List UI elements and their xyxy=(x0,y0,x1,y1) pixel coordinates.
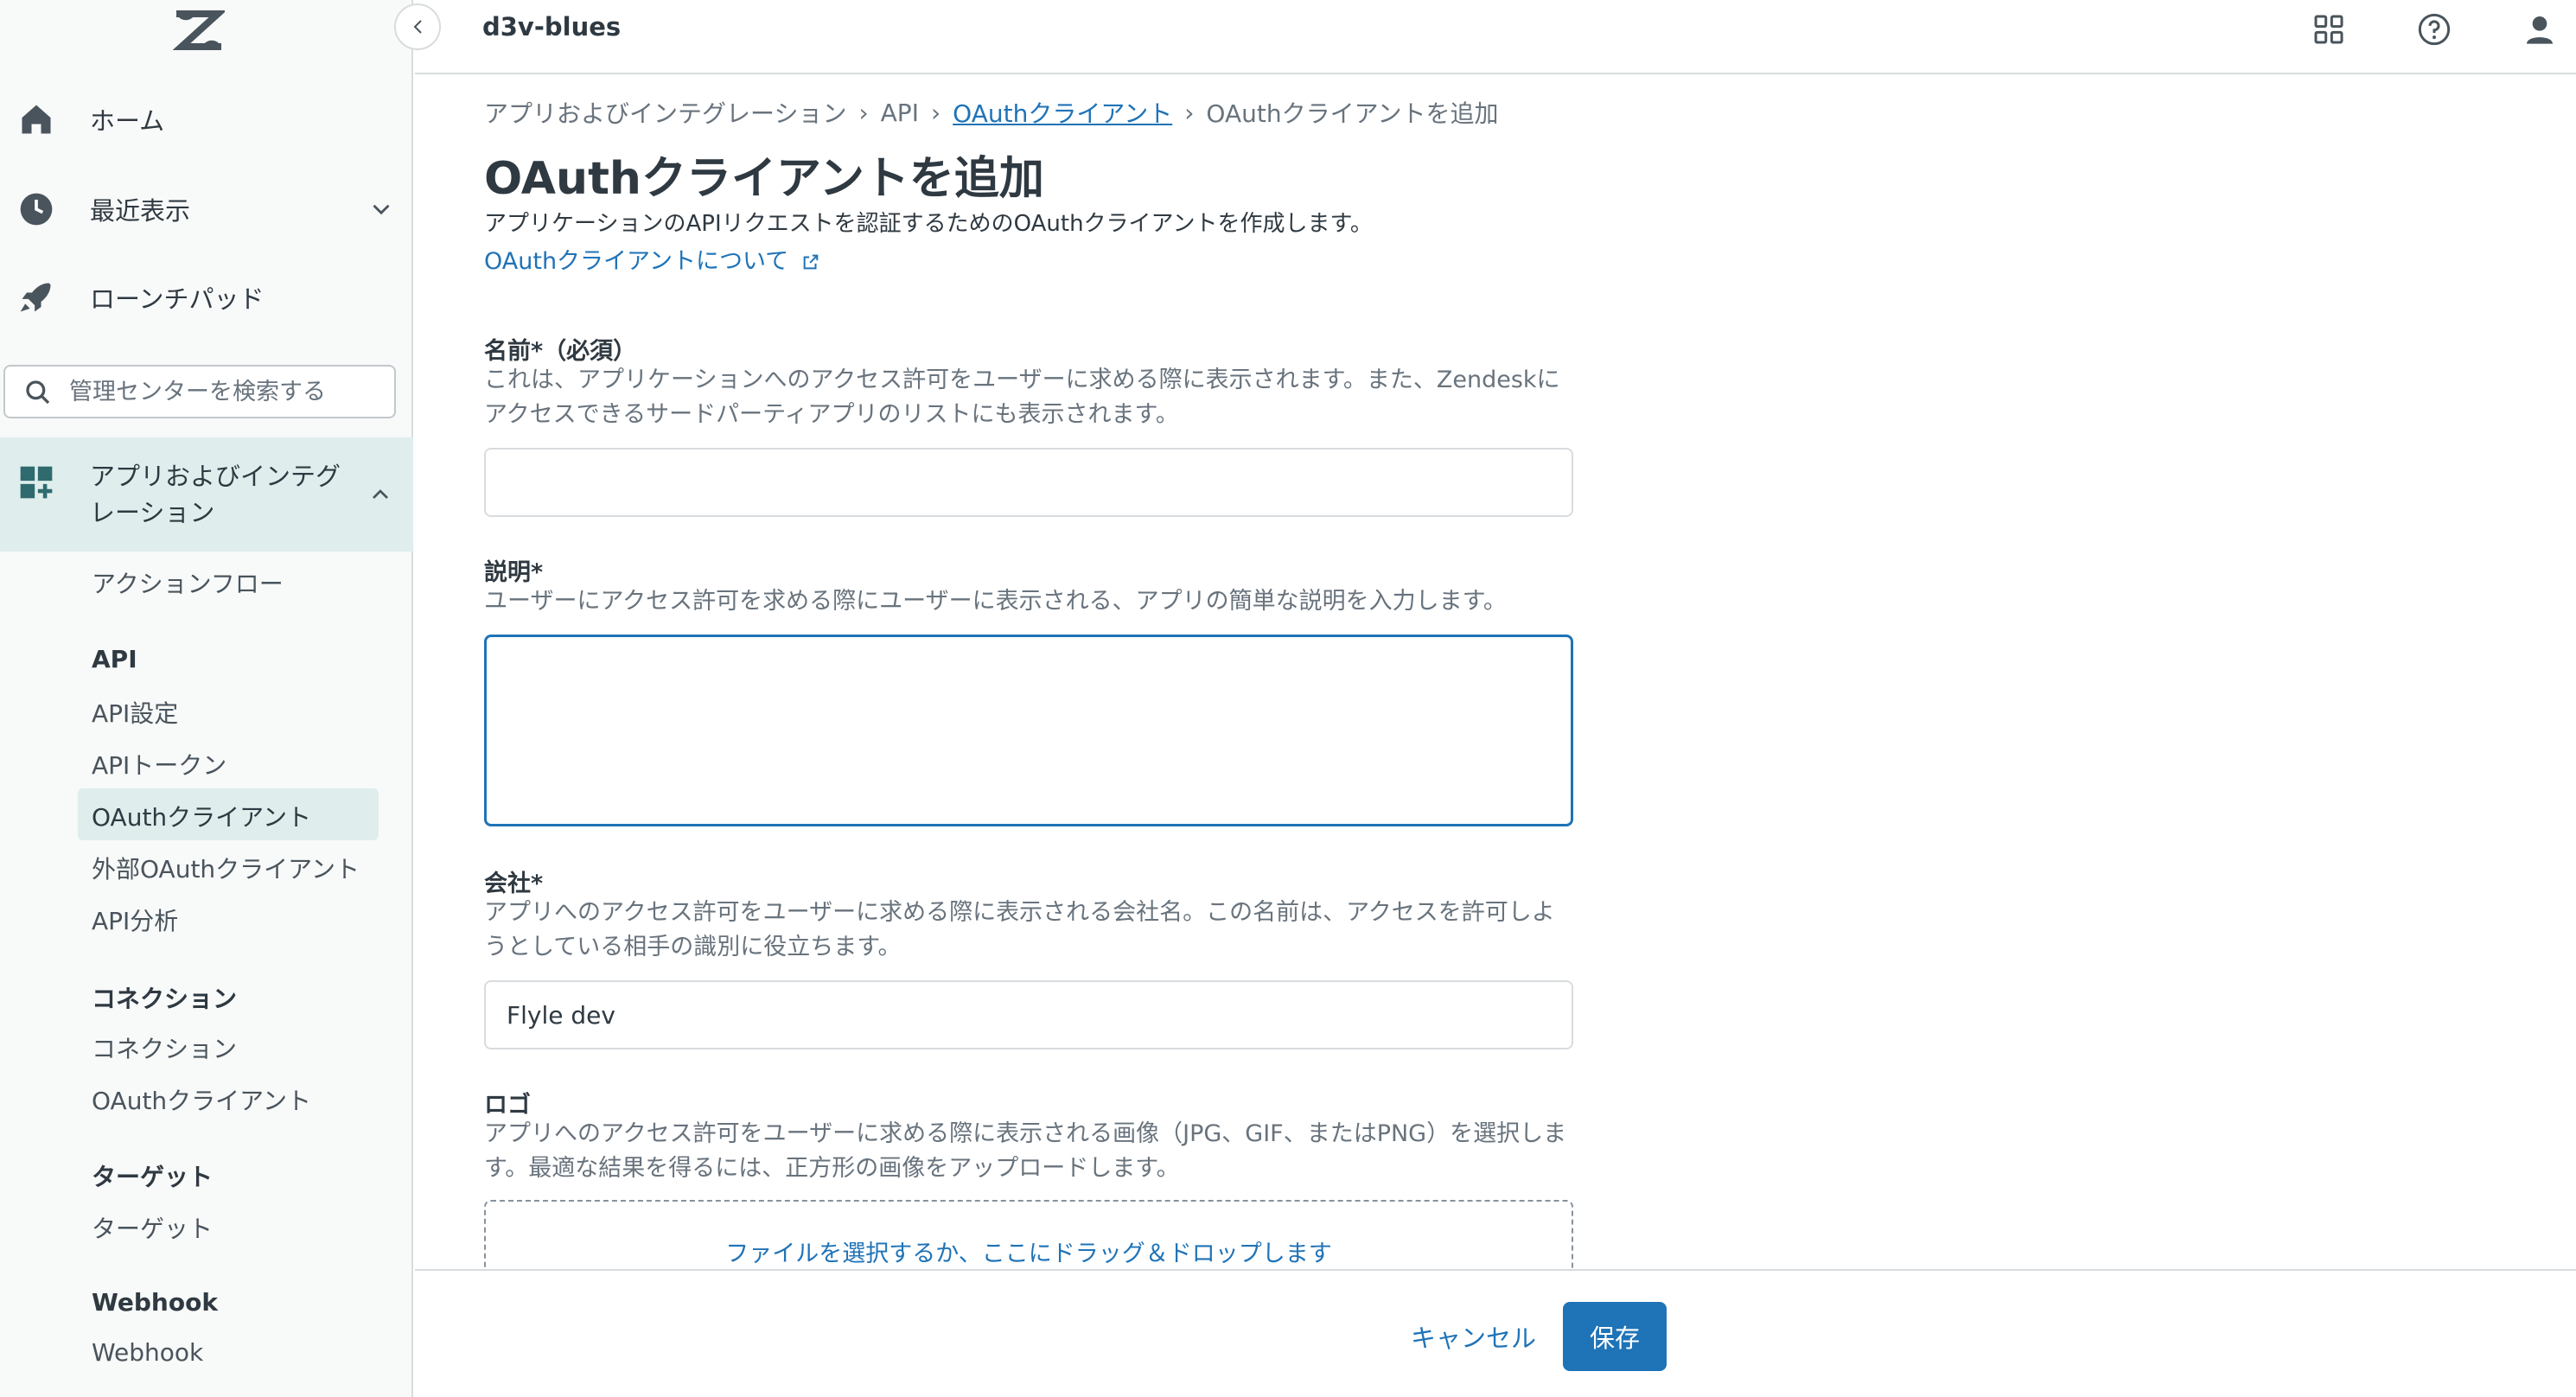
logo-dropzone-text[interactable]: ファイルを選択するか、ここにドラッグ＆ドロップします xyxy=(486,1234,1572,1268)
company-field[interactable] xyxy=(484,980,1573,1049)
company-field-label: 会社* xyxy=(484,871,544,897)
chevron-up-icon[interactable] xyxy=(367,481,394,508)
search-input[interactable] xyxy=(69,372,380,411)
breadcrumb-separator: › xyxy=(930,98,941,127)
company-field-hint: アプリへのアクセス許可をユーザーに求める際に表示される会社名。この名前は、アクセ… xyxy=(484,899,1555,960)
sidebar-group-connections: コネクション xyxy=(92,985,238,1013)
sidebar: ホーム 最近表示 ローンチパッド アプリおよびインテグレーション アクションフロ… xyxy=(0,0,413,1397)
page-description: アプリケーションのAPIリクエストを認証するためのOAuthクライアントを作成し… xyxy=(484,211,1373,237)
sidebar-item-recent[interactable]: 最近表示 xyxy=(0,175,413,244)
sidebar-item-home[interactable]: ホーム xyxy=(0,85,413,154)
chevron-down-icon[interactable] xyxy=(367,195,396,224)
main-content: アプリおよびインテグレーション › API › OAuthクライアント › OA… xyxy=(415,76,2576,1269)
breadcrumb-separator: › xyxy=(1184,98,1195,127)
chevron-left-icon xyxy=(413,20,422,34)
sidebar-subitem-oauth-clients[interactable]: OAuthクライアント xyxy=(92,799,311,833)
sidebar-subitem-external-oauth-clients[interactable]: 外部OAuthクライアント xyxy=(92,851,360,885)
top-header: d3v-blues xyxy=(415,0,2576,74)
name-field[interactable] xyxy=(484,448,1573,517)
help-icon[interactable] xyxy=(2417,12,2452,47)
home-icon xyxy=(22,105,51,134)
name-field-hint: これは、アプリケーションへのアクセス許可をユーザーに求める際に表示されます。また… xyxy=(484,367,1560,428)
sidebar-subitem-api-tokens[interactable]: APIトークン xyxy=(92,747,226,781)
name-field-label: 名前*（必須） xyxy=(484,338,637,365)
logo-dropzone[interactable]: ファイルを選択するか、ここにドラッグ＆ドロップします xyxy=(484,1200,1573,1269)
sidebar-subitem-webhook[interactable]: Webhook xyxy=(92,1338,203,1367)
description-field-hint: ユーザーにアクセス許可を求める際にユーザーに表示される、アプリの簡単な説明を入力… xyxy=(484,588,1507,615)
sidebar-subitem-api-analytics[interactable]: API分析 xyxy=(92,903,178,937)
search-icon xyxy=(26,380,50,405)
about-oauth-link[interactable]: OAuthクライアントについて xyxy=(484,242,820,276)
form-footer: キャンセル 保存 xyxy=(415,1269,2576,1397)
breadcrumb: アプリおよびインテグレーション › API › OAuthクライアント › OA… xyxy=(484,95,1498,130)
products-grid-icon[interactable] xyxy=(2311,12,2346,47)
sidebar-item-label: アプリおよびインテグレーション xyxy=(90,462,341,527)
breadcrumb-item-current: OAuthクライアントを追加 xyxy=(1206,99,1499,128)
zendesk-logo[interactable] xyxy=(172,10,227,50)
about-oauth-link-label: OAuthクライアントについて xyxy=(484,248,789,275)
sidebar-search xyxy=(3,365,396,418)
collapse-sidebar-button[interactable] xyxy=(394,3,441,50)
sidebar-subitem-actions-flow[interactable]: アクションフロー xyxy=(92,565,284,600)
sidebar-subitem-connections[interactable]: コネクション xyxy=(92,1030,237,1065)
external-link-icon xyxy=(803,254,819,270)
save-button[interactable]: 保存 xyxy=(1563,1302,1667,1371)
sidebar-subitem-targets[interactable]: ターゲット xyxy=(92,1210,213,1245)
description-field[interactable] xyxy=(484,635,1573,826)
clock-icon xyxy=(20,193,53,226)
sidebar-item-label: 最近表示 xyxy=(90,196,191,226)
sidebar-group-webhook: Webhook xyxy=(92,1288,218,1317)
apps-add-icon xyxy=(20,466,53,499)
logo-field-hint: アプリへのアクセス許可をユーザーに求める際に表示される画像（JPG、GIF、また… xyxy=(484,1120,1567,1182)
sidebar-item-label: ローンチパッド xyxy=(90,284,265,314)
sidebar-group-api: API xyxy=(92,645,137,673)
rocket-icon xyxy=(20,283,51,312)
sidebar-subitem-connections-oauth-clients[interactable]: OAuthクライアント xyxy=(92,1082,311,1117)
sidebar-group-targets: ターゲット xyxy=(92,1163,214,1191)
cancel-button[interactable]: キャンセル xyxy=(1393,1302,1553,1371)
sidebar-subitem-api-settings[interactable]: API設定 xyxy=(92,695,178,730)
sidebar-item-apps-integrations[interactable]: アプリおよびインテグレーション xyxy=(0,437,413,552)
description-field-label: 説明* xyxy=(484,559,544,586)
breadcrumb-item-apps[interactable]: アプリおよびインテグレーション xyxy=(484,95,846,130)
instance-name: d3v-blues xyxy=(482,12,622,41)
sidebar-item-launchpad[interactable]: ローンチパッド xyxy=(0,263,413,332)
user-profile-icon[interactable] xyxy=(2522,12,2557,47)
breadcrumb-separator: › xyxy=(858,98,869,127)
logo-field-label: ロゴ xyxy=(484,1092,531,1119)
page-title: OAuthクライアントを追加 xyxy=(484,153,1044,205)
sidebar-item-label: ホーム xyxy=(90,106,165,136)
breadcrumb-item-api[interactable]: API xyxy=(881,99,919,127)
breadcrumb-item-oauth-clients[interactable]: OAuthクライアント xyxy=(953,95,1172,130)
